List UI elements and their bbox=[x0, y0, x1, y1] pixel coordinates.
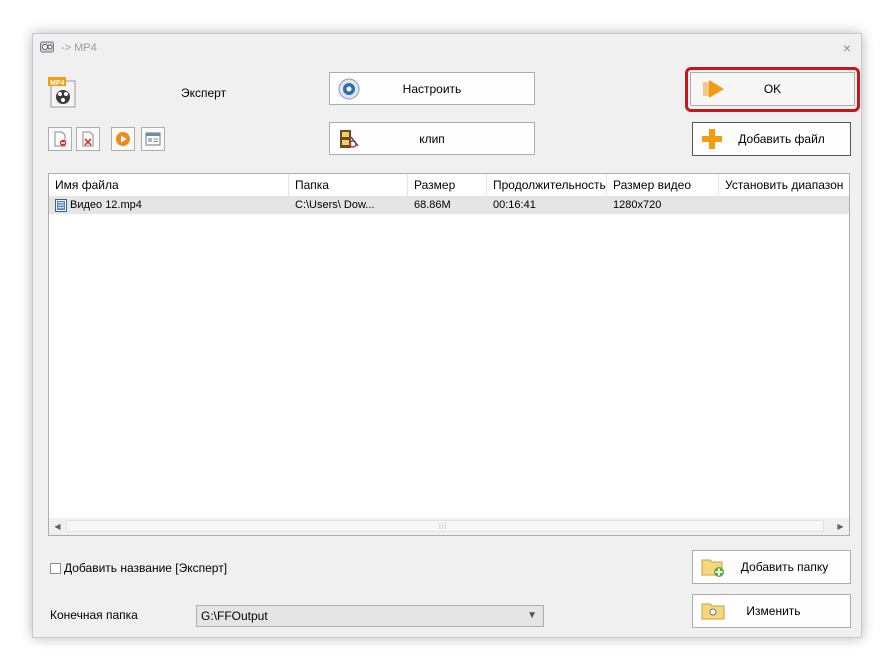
settings-button[interactable]: Настроить bbox=[329, 72, 535, 105]
play-button[interactable] bbox=[111, 127, 135, 151]
settings-label: Настроить bbox=[402, 81, 462, 96]
horizontal-scrollbar[interactable]: ◀ ||| ▶ bbox=[49, 518, 849, 535]
format-factory-icon bbox=[40, 41, 54, 53]
add-folder-icon bbox=[701, 559, 724, 577]
dest-folder-label: Конечная папка bbox=[50, 608, 138, 622]
arrow-right-icon bbox=[703, 80, 724, 98]
clear-list-icon bbox=[82, 131, 94, 147]
dest-folder-select[interactable]: G:\FFOutput ▼ bbox=[196, 605, 544, 627]
add-file-button[interactable]: Добавить файл bbox=[692, 122, 851, 156]
cell-folder: C:\Users\ Dow... bbox=[295, 199, 375, 211]
ok-label: OK bbox=[763, 82, 782, 96]
add-folder-button[interactable]: Добавить папку bbox=[692, 550, 851, 584]
scroll-right-icon[interactable]: ▶ bbox=[832, 518, 849, 535]
plus-icon bbox=[702, 129, 722, 149]
column-header-duration[interactable]: Продолжительность bbox=[487, 174, 607, 196]
dest-folder-value: G:\FFOutput bbox=[201, 609, 268, 623]
column-header-range[interactable]: Установить диапазон bbox=[719, 174, 849, 196]
cell-filename: Видео 12.mp4 bbox=[70, 199, 142, 211]
table-row[interactable]: Видео 12.mp4 C:\Users\ Dow... 68.86M 00:… bbox=[49, 197, 849, 214]
add-name-checkbox[interactable] bbox=[50, 562, 61, 574]
clear-list-button[interactable] bbox=[76, 127, 100, 151]
file-table[interactable]: Имя файла Папка Размер Продолжительность… bbox=[48, 173, 850, 536]
change-folder-button[interactable]: Изменить bbox=[692, 594, 851, 628]
add-folder-label: Добавить папку bbox=[740, 560, 829, 574]
add-name-label: Добавить название [Эксперт] bbox=[64, 561, 228, 575]
ok-button[interactable]: OK bbox=[690, 72, 855, 106]
clip-label: клип bbox=[419, 131, 445, 146]
remove-file-icon bbox=[54, 131, 67, 147]
mp4-format-icon: MP4 bbox=[48, 77, 76, 108]
add-file-label: Добавить файл bbox=[738, 132, 825, 146]
cell-range bbox=[719, 197, 849, 214]
cell-duration: 00:16:41 bbox=[493, 199, 536, 211]
column-header-filename[interactable]: Имя файла bbox=[49, 174, 289, 196]
svg-text:MP4: MP4 bbox=[50, 80, 65, 87]
column-header-video-size[interactable]: Размер видео bbox=[607, 174, 719, 196]
add-name-option[interactable]: Добавить название [Эксперт] bbox=[50, 561, 227, 575]
remove-file-button[interactable] bbox=[48, 127, 72, 151]
play-icon bbox=[116, 132, 130, 146]
media-info-icon bbox=[145, 132, 161, 146]
settings-gear-icon bbox=[338, 78, 360, 99]
close-icon[interactable]: × bbox=[843, 41, 851, 55]
media-info-button[interactable] bbox=[141, 127, 165, 151]
title-bar: -> MP4 × bbox=[33, 34, 861, 62]
scroll-left-icon[interactable]: ◀ bbox=[49, 518, 66, 535]
folder-icon bbox=[701, 603, 725, 620]
clip-button[interactable]: клип bbox=[329, 122, 535, 155]
window-title: -> MP4 bbox=[61, 42, 97, 54]
profile-label: Эксперт bbox=[181, 86, 227, 100]
change-folder-label: Изменить bbox=[746, 604, 801, 618]
chevron-down-icon[interactable]: ▼ bbox=[527, 606, 537, 626]
column-header-size[interactable]: Размер bbox=[408, 174, 487, 196]
scroll-thumb[interactable]: ||| bbox=[66, 520, 824, 532]
table-header: Имя файла Папка Размер Продолжительность… bbox=[49, 174, 849, 197]
column-header-folder[interactable]: Папка bbox=[289, 174, 408, 196]
film-scissors-icon bbox=[340, 129, 359, 148]
convert-dialog: -> MP4 × MP4 Эксперт Настроить клип OK Д… bbox=[32, 33, 862, 638]
cell-size: 68.86M bbox=[414, 199, 451, 211]
cell-video-size: 1280x720 bbox=[613, 199, 662, 211]
